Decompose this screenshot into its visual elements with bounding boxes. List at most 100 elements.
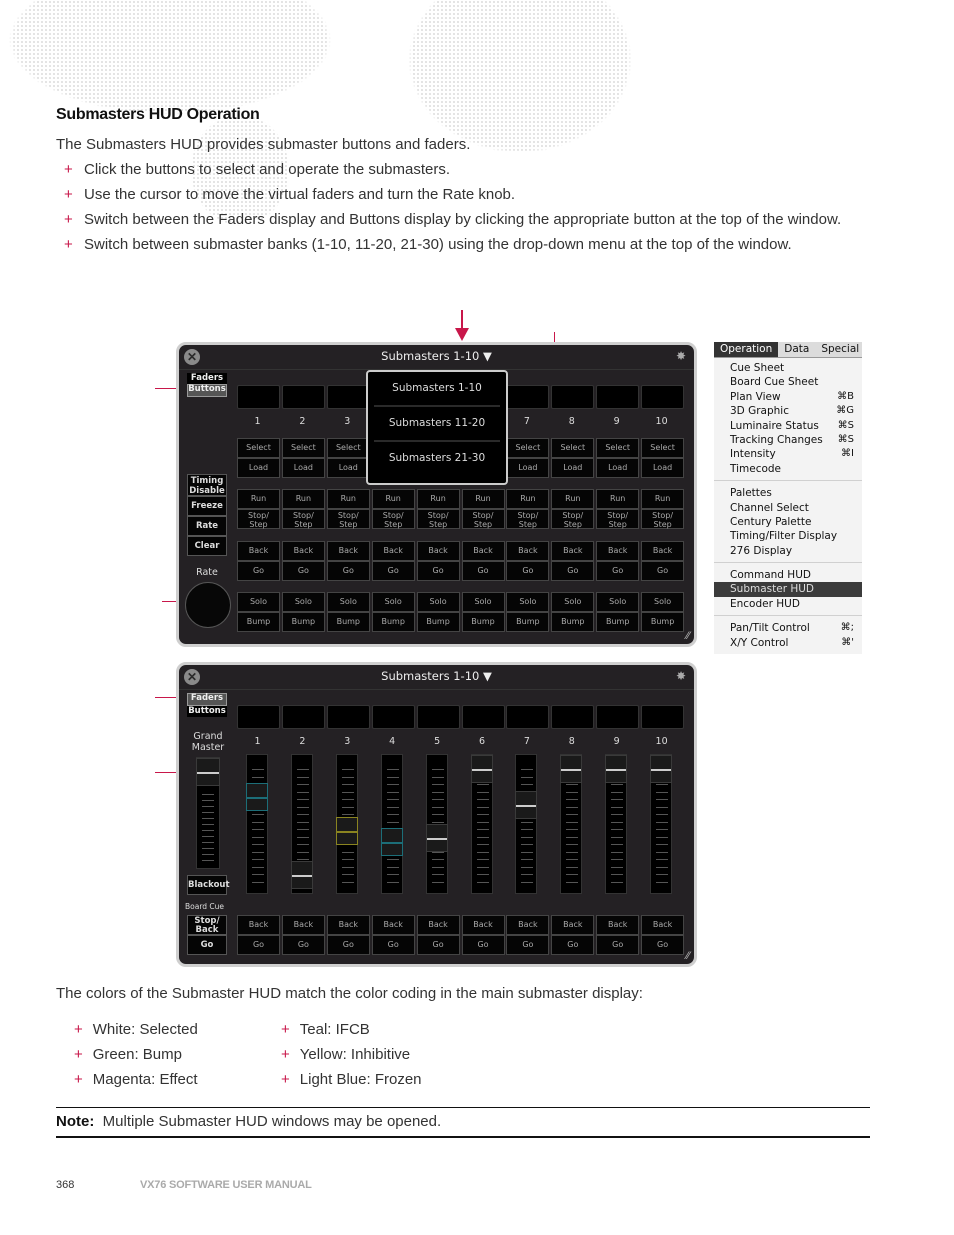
submaster-fader[interactable] [605, 754, 628, 894]
submaster-go-button[interactable]: Go [596, 935, 640, 955]
menu-item-palettes[interactable]: Palettes [714, 486, 862, 500]
submaster-back-button[interactable]: Back [281, 541, 325, 561]
menu-item-pan-tilt-control[interactable]: Pan/Tilt Control ⌘; [714, 621, 862, 635]
submaster-select-button[interactable]: Select [281, 438, 325, 458]
submaster-run-button[interactable]: Run [506, 489, 550, 509]
submaster-solo-button[interactable]: Solo [281, 592, 325, 612]
menu-item-x-y-control[interactable]: X/Y Control ⌘' [714, 636, 862, 650]
fader-handle[interactable] [605, 755, 628, 783]
submaster-select-button[interactable]: Select [326, 438, 370, 458]
submaster-fader[interactable] [246, 754, 268, 894]
board-cue-stop-back-button[interactable]: Stop/Back [187, 915, 227, 935]
buttons-view-button[interactable]: Buttons [187, 706, 227, 717]
submaster-run-button[interactable]: Run [371, 489, 415, 509]
menu-item-luminaire-status[interactable]: Luminaire Status ⌘S [714, 419, 862, 433]
submaster-back-button[interactable]: Back [596, 541, 640, 561]
dropdown-option-21-30[interactable]: Submasters 21-30 [374, 442, 500, 475]
submaster-back-button[interactable]: Back [506, 541, 550, 561]
submaster-back-button[interactable]: Back [371, 541, 415, 561]
menu-item-encoder-hud[interactable]: Encoder HUD [714, 597, 862, 611]
submaster-fader[interactable] [650, 754, 673, 894]
fader-handle[interactable] [515, 790, 538, 819]
submaster-solo-button[interactable]: Solo [461, 592, 505, 612]
menu-item-276-display[interactable]: 276 Display [714, 544, 862, 558]
fader-handle[interactable] [650, 755, 673, 783]
submaster-back-button[interactable]: Back [416, 915, 460, 935]
grand-master-fader[interactable] [196, 757, 220, 869]
board-cue-go-button[interactable]: Go [187, 935, 227, 955]
submaster-solo-button[interactable]: Solo [371, 592, 415, 612]
submaster-go-button[interactable]: Go [326, 561, 370, 581]
submaster-stop-step-button[interactable]: Stop/Step [506, 509, 550, 529]
submaster-load-button[interactable]: Load [237, 458, 280, 478]
submaster-load-button[interactable]: Load [596, 458, 640, 478]
submaster-stop-step-button[interactable]: Stop/Step [326, 509, 370, 529]
menu-item-intensity[interactable]: Intensity ⌘I [714, 447, 862, 461]
submaster-fader[interactable] [515, 754, 538, 894]
menu-item-century-palette[interactable]: Century Palette [714, 515, 862, 529]
submaster-back-button[interactable]: Back [596, 915, 640, 935]
fader-handle[interactable] [560, 755, 583, 783]
submaster-go-button[interactable]: Go [506, 935, 550, 955]
submaster-fader[interactable] [425, 754, 448, 894]
submaster-select-button[interactable]: Select [641, 438, 685, 458]
submaster-stop-step-button[interactable]: Stop/Step [596, 509, 640, 529]
submaster-bump-button[interactable]: Bump [326, 612, 370, 632]
pin-icon[interactable]: ✸ [676, 349, 686, 363]
submaster-bump-button[interactable]: Bump [461, 612, 505, 632]
submaster-run-button[interactable]: Run [461, 489, 505, 509]
resize-grip-icon[interactable]: ⁄⁄ [686, 950, 690, 962]
pin-icon[interactable]: ✸ [676, 669, 686, 683]
submaster-load-button[interactable]: Load [641, 458, 685, 478]
submaster-load-button[interactable]: Load [506, 458, 550, 478]
submaster-stop-step-button[interactable]: Stop/Step [461, 509, 505, 529]
submaster-run-button[interactable]: Run [641, 489, 685, 509]
submaster-fader[interactable] [560, 754, 583, 894]
submaster-run-button[interactable]: Run [551, 489, 595, 509]
submaster-go-button[interactable]: Go [641, 561, 685, 581]
submaster-solo-button[interactable]: Solo [551, 592, 595, 612]
menu-tab-data[interactable]: Data [778, 342, 815, 357]
submaster-stop-step-button[interactable]: Stop/Step [551, 509, 595, 529]
submaster-stop-step-button[interactable]: Stop/Step [371, 509, 415, 529]
faders-view-button[interactable]: Faders [187, 373, 227, 384]
menu-tab-special[interactable]: Special [815, 342, 865, 357]
bank-dropdown-title[interactable]: Submasters 1-10 ▼ [179, 349, 694, 363]
submaster-back-button[interactable]: Back [551, 915, 595, 935]
submaster-bump-button[interactable]: Bump [281, 612, 325, 632]
submaster-fader[interactable] [290, 754, 313, 894]
submaster-go-button[interactable]: Go [461, 935, 505, 955]
submaster-stop-step-button[interactable]: Stop/Step [416, 509, 460, 529]
submaster-back-button[interactable]: Back [551, 541, 595, 561]
menu-item-plan-view[interactable]: Plan View ⌘B [714, 390, 862, 404]
submaster-back-button[interactable]: Back [641, 541, 685, 561]
submaster-select-button[interactable]: Select [506, 438, 550, 458]
submaster-load-button[interactable]: Load [281, 458, 325, 478]
menu-tab-operation[interactable]: Operation [714, 342, 779, 357]
fader-handle[interactable] [246, 783, 268, 811]
menu-item-command-hud[interactable]: Command HUD [714, 568, 862, 582]
dropdown-option-1-10[interactable]: Submasters 1-10 [374, 372, 500, 407]
fader-handle[interactable] [290, 861, 313, 890]
submaster-solo-button[interactable]: Solo [506, 592, 550, 612]
submaster-stop-step-button[interactable]: Stop/Step [641, 509, 685, 529]
submaster-go-button[interactable]: Go [326, 935, 370, 955]
submaster-go-button[interactable]: Go [371, 561, 415, 581]
submaster-bump-button[interactable]: Bump [371, 612, 415, 632]
submaster-go-button[interactable]: Go [596, 561, 640, 581]
timing-disable-button[interactable]: Timing Disable [187, 474, 227, 496]
submaster-bump-button[interactable]: Bump [551, 612, 595, 632]
blackout-button[interactable]: Blackout [187, 875, 230, 895]
submaster-solo-button[interactable]: Solo [596, 592, 640, 612]
submaster-back-button[interactable]: Back [416, 541, 460, 561]
submaster-go-button[interactable]: Go [551, 561, 595, 581]
submaster-bump-button[interactable]: Bump [641, 612, 685, 632]
menu-item-tracking-changes[interactable]: Tracking Changes ⌘S [714, 433, 862, 447]
submaster-bump-button[interactable]: Bump [237, 612, 280, 632]
menu-item-cue-sheet[interactable]: Cue Sheet [714, 361, 862, 375]
submaster-back-button[interactable]: Back [506, 915, 550, 935]
submaster-fader[interactable] [335, 754, 358, 894]
submaster-run-button[interactable]: Run [237, 489, 280, 509]
submaster-go-button[interactable]: Go [237, 935, 280, 955]
submaster-stop-step-button[interactable]: Stop/Step [237, 509, 280, 529]
